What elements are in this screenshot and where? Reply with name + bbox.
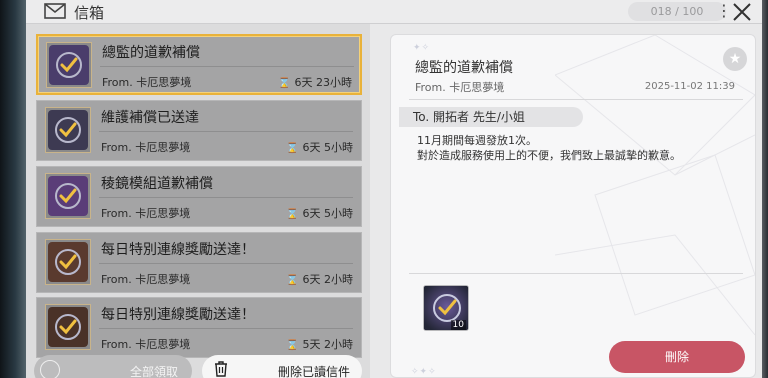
mail-sender: From. 卡厄思夢境	[101, 338, 191, 351]
mail-list-item[interactable]: 每日特別連線獎勵送達！ From. 卡厄思夢境 ⌛ 6天 2小時	[36, 232, 362, 293]
more-vertical-icon[interactable]: ⋮	[716, 3, 732, 19]
reward-ticket-icon	[48, 242, 88, 282]
mail-sender: From. 卡厄思夢境	[101, 273, 191, 286]
trash-icon	[215, 361, 227, 377]
delete-read-label: 刪除已讀信件	[277, 365, 350, 378]
mailbox-panel: 信箱 018 / 100 ⋮ 總監的道歉補償 From. 卡厄思夢境 ⌛ 6天 23小…	[26, 0, 762, 378]
expiry-text: 6天 5小時	[302, 207, 354, 220]
expiry-text: 5天 2小時	[302, 338, 354, 351]
mail-list: 總監的道歉補償 From. 卡厄思夢境 ⌛ 6天 23小時 維護補償已送達 From. 卡…	[26, 24, 370, 378]
expiry-text: 6天 2小時	[302, 273, 354, 286]
recipient-line: To. 開拓者 先生/小姐	[399, 107, 583, 127]
mailbox-header: 信箱 018 / 100 ⋮	[26, 0, 762, 24]
divider	[99, 263, 353, 264]
attachment-quantity: 10	[450, 320, 466, 330]
reward-ticket-icon	[48, 307, 88, 347]
mail-body: 11月期間每週發放1次。 對於造成服務使用上的不便，我們致上最誠摯的歉意。	[417, 133, 681, 163]
mailbox-title: 信箱	[74, 4, 105, 22]
hourglass-icon: ⌛	[286, 209, 299, 220]
attachment-item[interactable]: 10	[423, 285, 469, 331]
mail-reward-thumbnail	[45, 107, 91, 153]
mail-subject: 維護補償已送達	[101, 110, 199, 126]
reward-ticket-icon	[48, 110, 88, 150]
mail-detail-pane: ✦✧ 總監的道歉補償 From. 卡厄思夢境 2025-11-02 11:39 …	[390, 34, 756, 378]
mail-sender: From. 卡厄思夢境	[101, 207, 191, 220]
mail-expiry: ⌛ 6天 23小時	[278, 74, 352, 90]
divider	[100, 66, 354, 67]
expiry-text: 6天 5小時	[302, 141, 354, 154]
close-icon[interactable]	[732, 2, 752, 22]
body-line-1: 11月期間每週發放1次。	[417, 134, 537, 147]
mail-subject: 每日特別連線獎勵送達！	[101, 242, 255, 258]
expiry-text: 6天 23小時	[294, 76, 353, 89]
download-icon	[40, 360, 60, 378]
mail-reward-thumbnail	[46, 42, 92, 88]
detail-subject: 總監的道歉補償	[415, 60, 513, 76]
mail-list-item[interactable]: 總監的道歉補償 From. 卡厄思夢境 ⌛ 6天 23小時	[36, 34, 362, 95]
mail-sender: From. 卡厄思夢境	[101, 141, 191, 154]
divider	[409, 99, 743, 100]
game-background-left	[0, 0, 26, 378]
detail-sender: From. 卡厄思夢境	[415, 81, 505, 94]
claim-all-button[interactable]: 全部領取	[34, 355, 192, 378]
sparkle-icon: ✦✧	[413, 43, 431, 53]
body-line-2: 對於造成服務使用上的不便，我們致上最誠摯的歉意。	[417, 149, 681, 162]
mail-reward-thumbnail	[45, 239, 91, 285]
mail-reward-thumbnail	[45, 304, 91, 350]
star-icon[interactable]: ★	[723, 47, 747, 71]
hourglass-icon: ⌛	[286, 275, 299, 286]
mail-subject: 每日特別連線獎勵送達！	[101, 307, 255, 323]
hourglass-icon: ⌛	[286, 143, 299, 154]
sparkle-icon: ✧✦✧	[411, 367, 437, 377]
reward-ticket-icon	[49, 45, 89, 85]
mail-sender: From. 卡厄思夢境	[102, 76, 192, 89]
mail-reward-thumbnail	[45, 173, 91, 219]
mail-list-item[interactable]: 稜鏡模組道歉補償 From. 卡厄思夢境 ⌛ 6天 5小時	[36, 166, 362, 227]
divider	[99, 328, 353, 329]
divider	[99, 197, 353, 198]
claim-all-label: 全部領取	[129, 365, 178, 378]
mail-subject: 稜鏡模組道歉補償	[101, 176, 213, 192]
mail-expiry: ⌛ 5天 2小時	[286, 336, 353, 352]
mail-subject: 總監的道歉補償	[102, 45, 200, 61]
mail-list-item[interactable]: 維護補償已送達 From. 卡厄思夢境 ⌛ 6天 5小時	[36, 100, 362, 161]
mail-expiry: ⌛ 6天 2小時	[286, 271, 353, 287]
detail-date: 2025-11-02 11:39	[644, 81, 735, 92]
delete-read-button[interactable]: 刪除已讀信件	[202, 355, 362, 378]
mail-expiry: ⌛ 6天 5小時	[286, 139, 353, 155]
hourglass-icon: ⌛	[278, 78, 291, 89]
mail-expiry: ⌛ 6天 5小時	[286, 205, 353, 221]
mail-list-item[interactable]: 每日特別連線獎勵送達！ From. 卡厄思夢境 ⌛ 5天 2小時	[36, 297, 362, 358]
delete-mail-button[interactable]: 刪除	[609, 341, 745, 373]
divider	[99, 131, 353, 132]
reward-ticket-icon	[48, 176, 88, 216]
mail-count-badge: 018 / 100	[628, 2, 726, 21]
attachment-divider	[409, 273, 743, 274]
hourglass-icon: ⌛	[286, 340, 299, 351]
envelope-icon	[44, 3, 66, 19]
